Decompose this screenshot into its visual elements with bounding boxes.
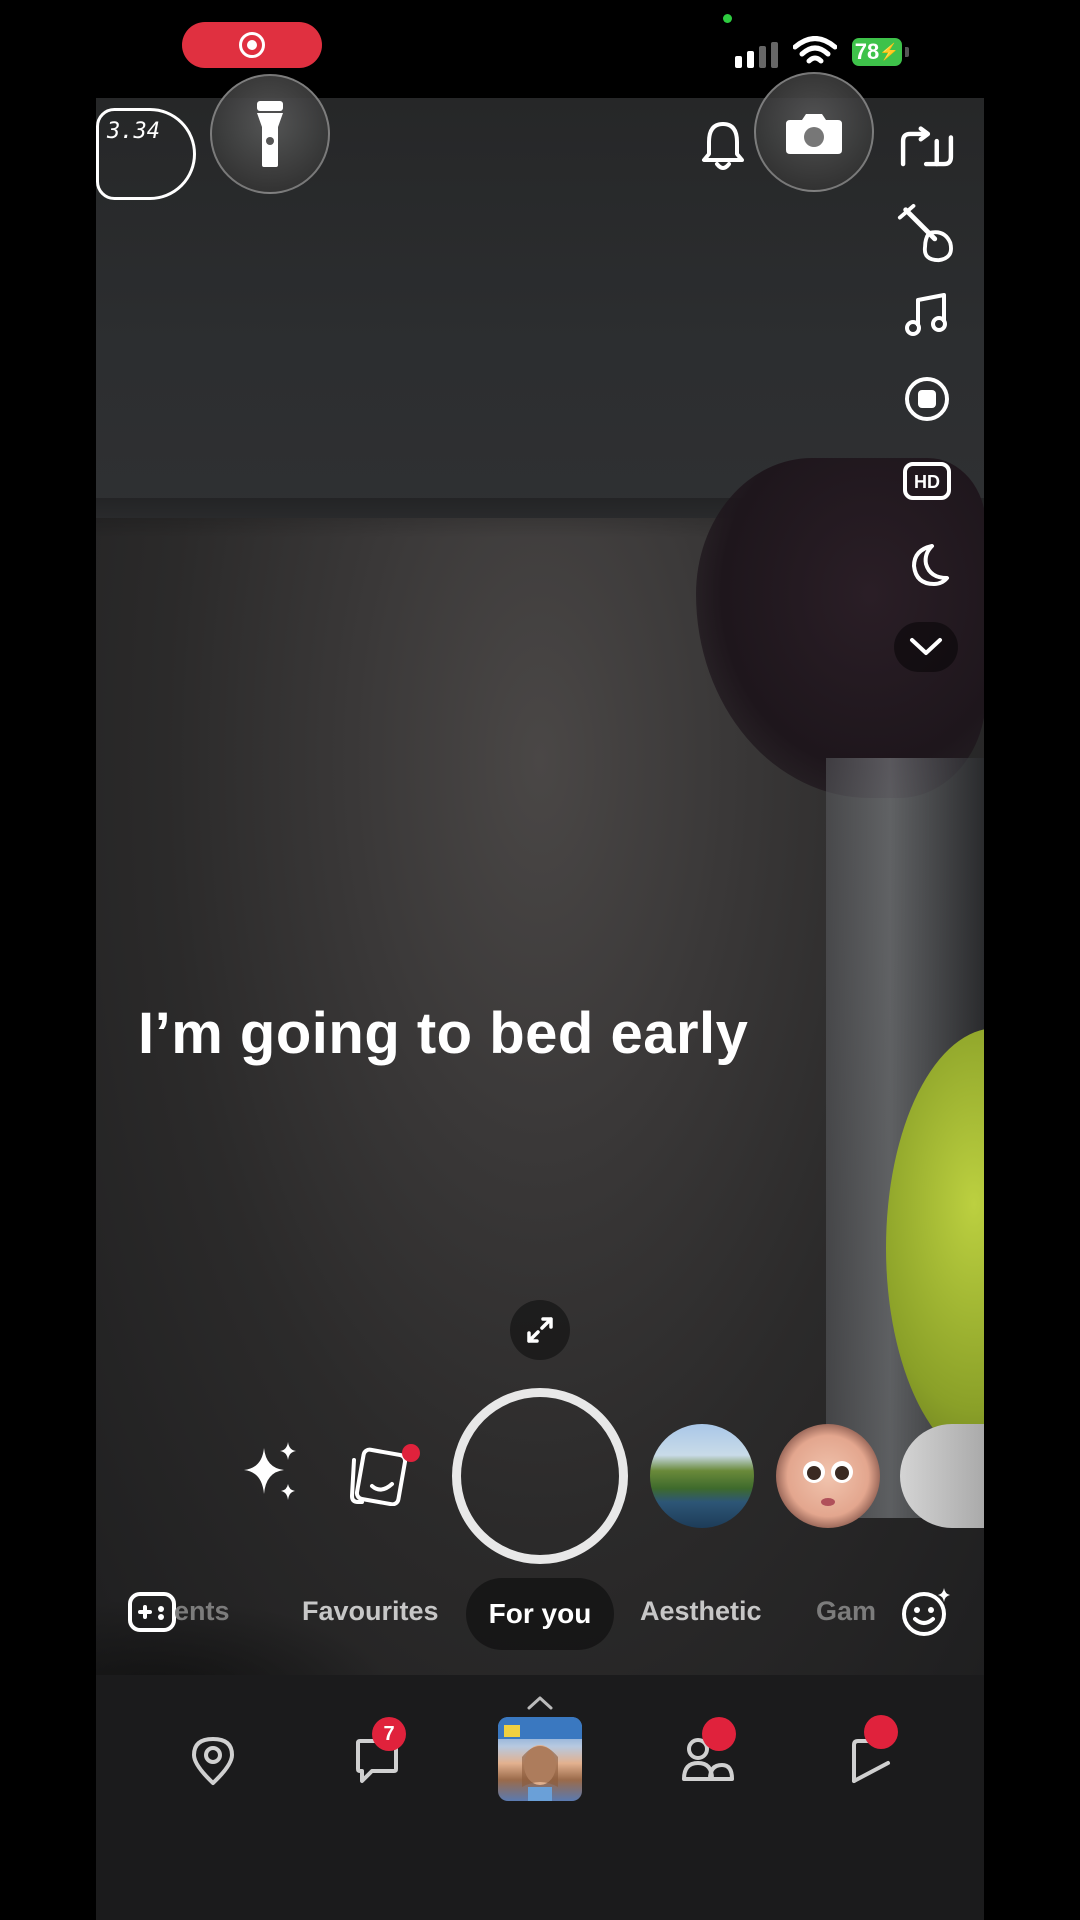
cellular-signal-icon xyxy=(735,42,778,68)
notification-bell-icon[interactable] xyxy=(700,120,746,172)
rotate-icon xyxy=(900,126,954,167)
music-tool[interactable] xyxy=(896,284,958,346)
landscape-lens[interactable] xyxy=(650,1424,754,1528)
expand-icon xyxy=(527,1317,553,1343)
flip-camera-button[interactable] xyxy=(754,72,874,192)
category-tab-events[interactable]: ents xyxy=(174,1596,230,1627)
stories-notification-dot xyxy=(864,1715,898,1749)
guitar-icon xyxy=(897,204,953,263)
chevron-down-icon xyxy=(910,638,942,655)
wifi-icon xyxy=(793,36,837,64)
category-tab-favourites[interactable]: Favourites xyxy=(302,1596,439,1627)
category-tab-aesthetic[interactable]: Aesthetic xyxy=(640,1596,762,1627)
sparkle-icon[interactable] xyxy=(238,1440,302,1504)
memories-notification-dot xyxy=(402,1444,420,1462)
flip-camera-icon xyxy=(786,114,842,154)
map-pin-icon[interactable] xyxy=(190,1735,236,1787)
expand-button[interactable] xyxy=(510,1300,570,1360)
hd-tool[interactable]: HD xyxy=(896,450,958,512)
battery-level: 78 xyxy=(854,39,880,64)
chat-badge: 7 xyxy=(372,1717,406,1751)
lens-explorer-icon[interactable] xyxy=(900,1586,952,1638)
camera-avatar[interactable] xyxy=(498,1717,582,1801)
caption-text[interactable]: I’m going to bed early xyxy=(138,1000,748,1067)
hd-label: HD xyxy=(914,472,940,492)
baby-face-image xyxy=(803,1461,853,1506)
category-tab-for-you-label: For you xyxy=(488,1598,592,1629)
screen-recording-icon xyxy=(239,32,265,58)
chevron-up-icon[interactable] xyxy=(526,1695,554,1711)
hd-icon: HD xyxy=(903,462,951,500)
clock-sticker[interactable]: 3.34 xyxy=(96,108,196,200)
avatar-image xyxy=(498,1717,582,1801)
rotate-tool[interactable] xyxy=(896,118,958,180)
baby-face-lens[interactable] xyxy=(776,1424,880,1528)
battery-tip xyxy=(905,47,909,57)
friends-nav[interactable] xyxy=(680,1717,736,1790)
chat-nav[interactable]: 7 xyxy=(354,1717,406,1790)
screen-recording-indicator[interactable] xyxy=(182,22,322,68)
clock-sticker-text: 3.34 xyxy=(107,119,160,144)
instrument-tool[interactable] xyxy=(896,204,958,266)
shutter-button[interactable] xyxy=(452,1388,628,1564)
stories-nav[interactable] xyxy=(848,1715,898,1790)
lens-category-bar: ents Favourites For you Aesthetic Gam xyxy=(96,1578,984,1650)
flash-button[interactable] xyxy=(210,74,330,194)
record-stop-icon xyxy=(905,377,949,421)
category-tab-for-you[interactable]: For you xyxy=(466,1578,614,1650)
bottom-navigation: 7 xyxy=(96,1675,984,1920)
battery-icon: 78 ⚡ xyxy=(852,38,902,66)
games-icon[interactable] xyxy=(128,1588,176,1636)
night-mode-tool[interactable] xyxy=(896,534,958,596)
night-mode-icon xyxy=(912,544,949,586)
flash-icon xyxy=(257,101,283,167)
category-tab-games[interactable]: Gam xyxy=(816,1596,876,1627)
record-tool[interactable] xyxy=(896,368,958,430)
music-note-icon xyxy=(905,293,947,336)
camera-in-use-indicator xyxy=(723,14,732,23)
friends-notification-dot xyxy=(702,1717,736,1751)
more-tools-button[interactable] xyxy=(894,622,958,672)
